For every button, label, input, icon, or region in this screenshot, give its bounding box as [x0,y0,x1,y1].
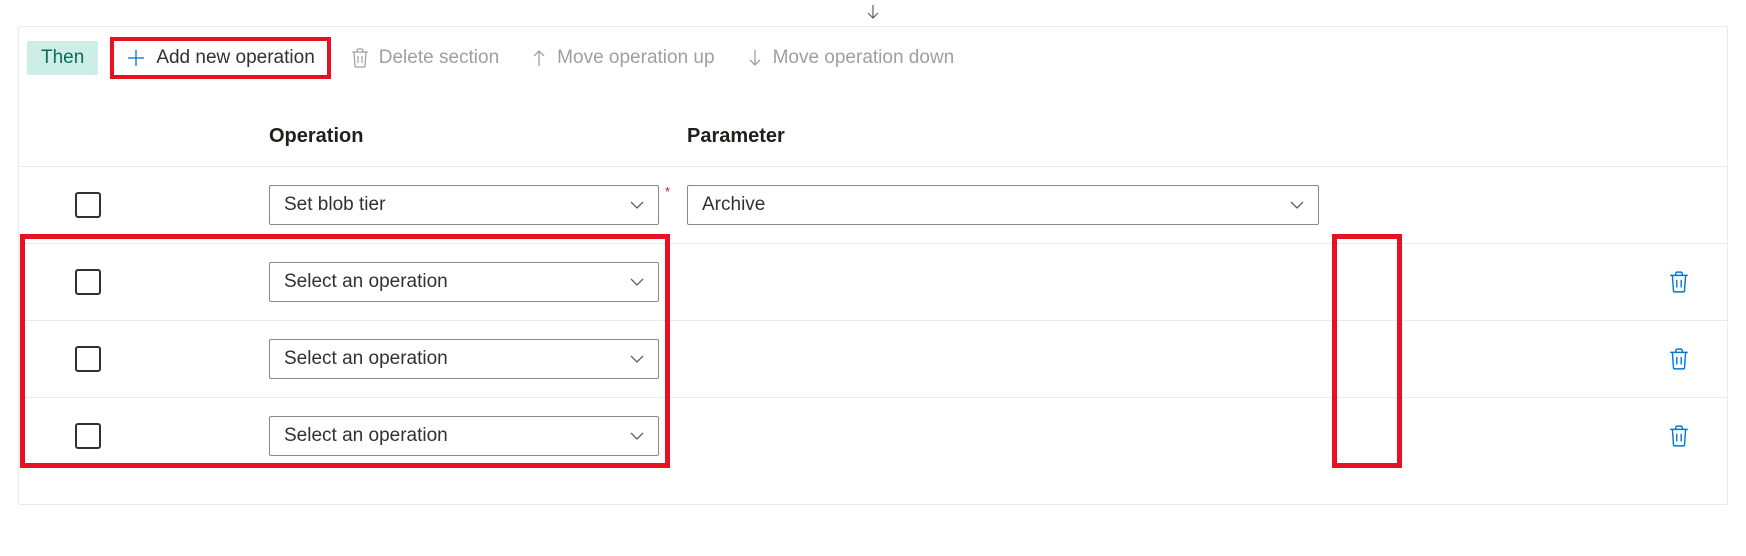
row-checkbox[interactable] [75,269,101,295]
table-row: Select an operation * [19,397,1727,474]
chevron-down-icon [630,428,644,444]
then-badge: Then [27,41,98,75]
table-row: Select an operation * [19,320,1727,397]
parameter-select[interactable]: Archive [687,185,1319,225]
row-checkbox[interactable] [75,346,101,372]
delete-row-button[interactable] [1631,425,1727,447]
arrow-up-icon [531,49,547,67]
plus-icon [126,48,146,68]
required-indicator: * [665,184,670,199]
table-row: Set blob tier * Archive [19,166,1727,243]
operation-select-label: Select an operation [284,425,630,447]
chevron-down-icon [630,274,644,290]
parameter-select-label: Archive [702,194,1290,216]
operation-select-label: Select an operation [284,348,630,370]
operation-select-label: Set blob tier [284,194,630,216]
delete-section-button[interactable]: Delete section [339,41,511,75]
add-operation-label: Add new operation [156,47,314,69]
move-down-label: Move operation down [773,47,955,69]
delete-row-button[interactable] [1631,271,1727,293]
table-header: Operation Parameter [19,89,1727,166]
header-operation: Operation [269,125,687,148]
chevron-down-icon [1290,197,1304,213]
arrow-down-icon [865,4,881,25]
header-parameter: Parameter [687,125,1631,148]
operation-panel: Then Add new operation [18,26,1728,505]
required-indicator: * [665,261,670,276]
arrow-down-icon [747,49,763,67]
delete-section-label: Delete section [379,47,499,69]
chevron-down-icon [630,197,644,213]
chevron-down-icon [630,351,644,367]
required-indicator: * [665,415,670,430]
table-row: Select an operation * [19,243,1727,320]
move-up-label: Move operation up [557,47,714,69]
operation-select-label: Select an operation [284,271,630,293]
operation-select[interactable]: Select an operation * [269,416,659,456]
operation-select[interactable]: Set blob tier * [269,185,659,225]
operation-select[interactable]: Select an operation * [269,262,659,302]
row-checkbox[interactable] [75,423,101,449]
move-down-button[interactable]: Move operation down [735,41,967,75]
move-up-button[interactable]: Move operation up [519,41,726,75]
trash-icon [351,48,369,68]
add-operation-button[interactable]: Add new operation [114,41,326,75]
highlight-add-operation: Add new operation [110,37,330,79]
toolbar: Then Add new operation [19,27,1727,89]
operation-select[interactable]: Select an operation * [269,339,659,379]
row-checkbox[interactable] [75,192,101,218]
delete-row-button[interactable] [1631,348,1727,370]
required-indicator: * [665,338,670,353]
